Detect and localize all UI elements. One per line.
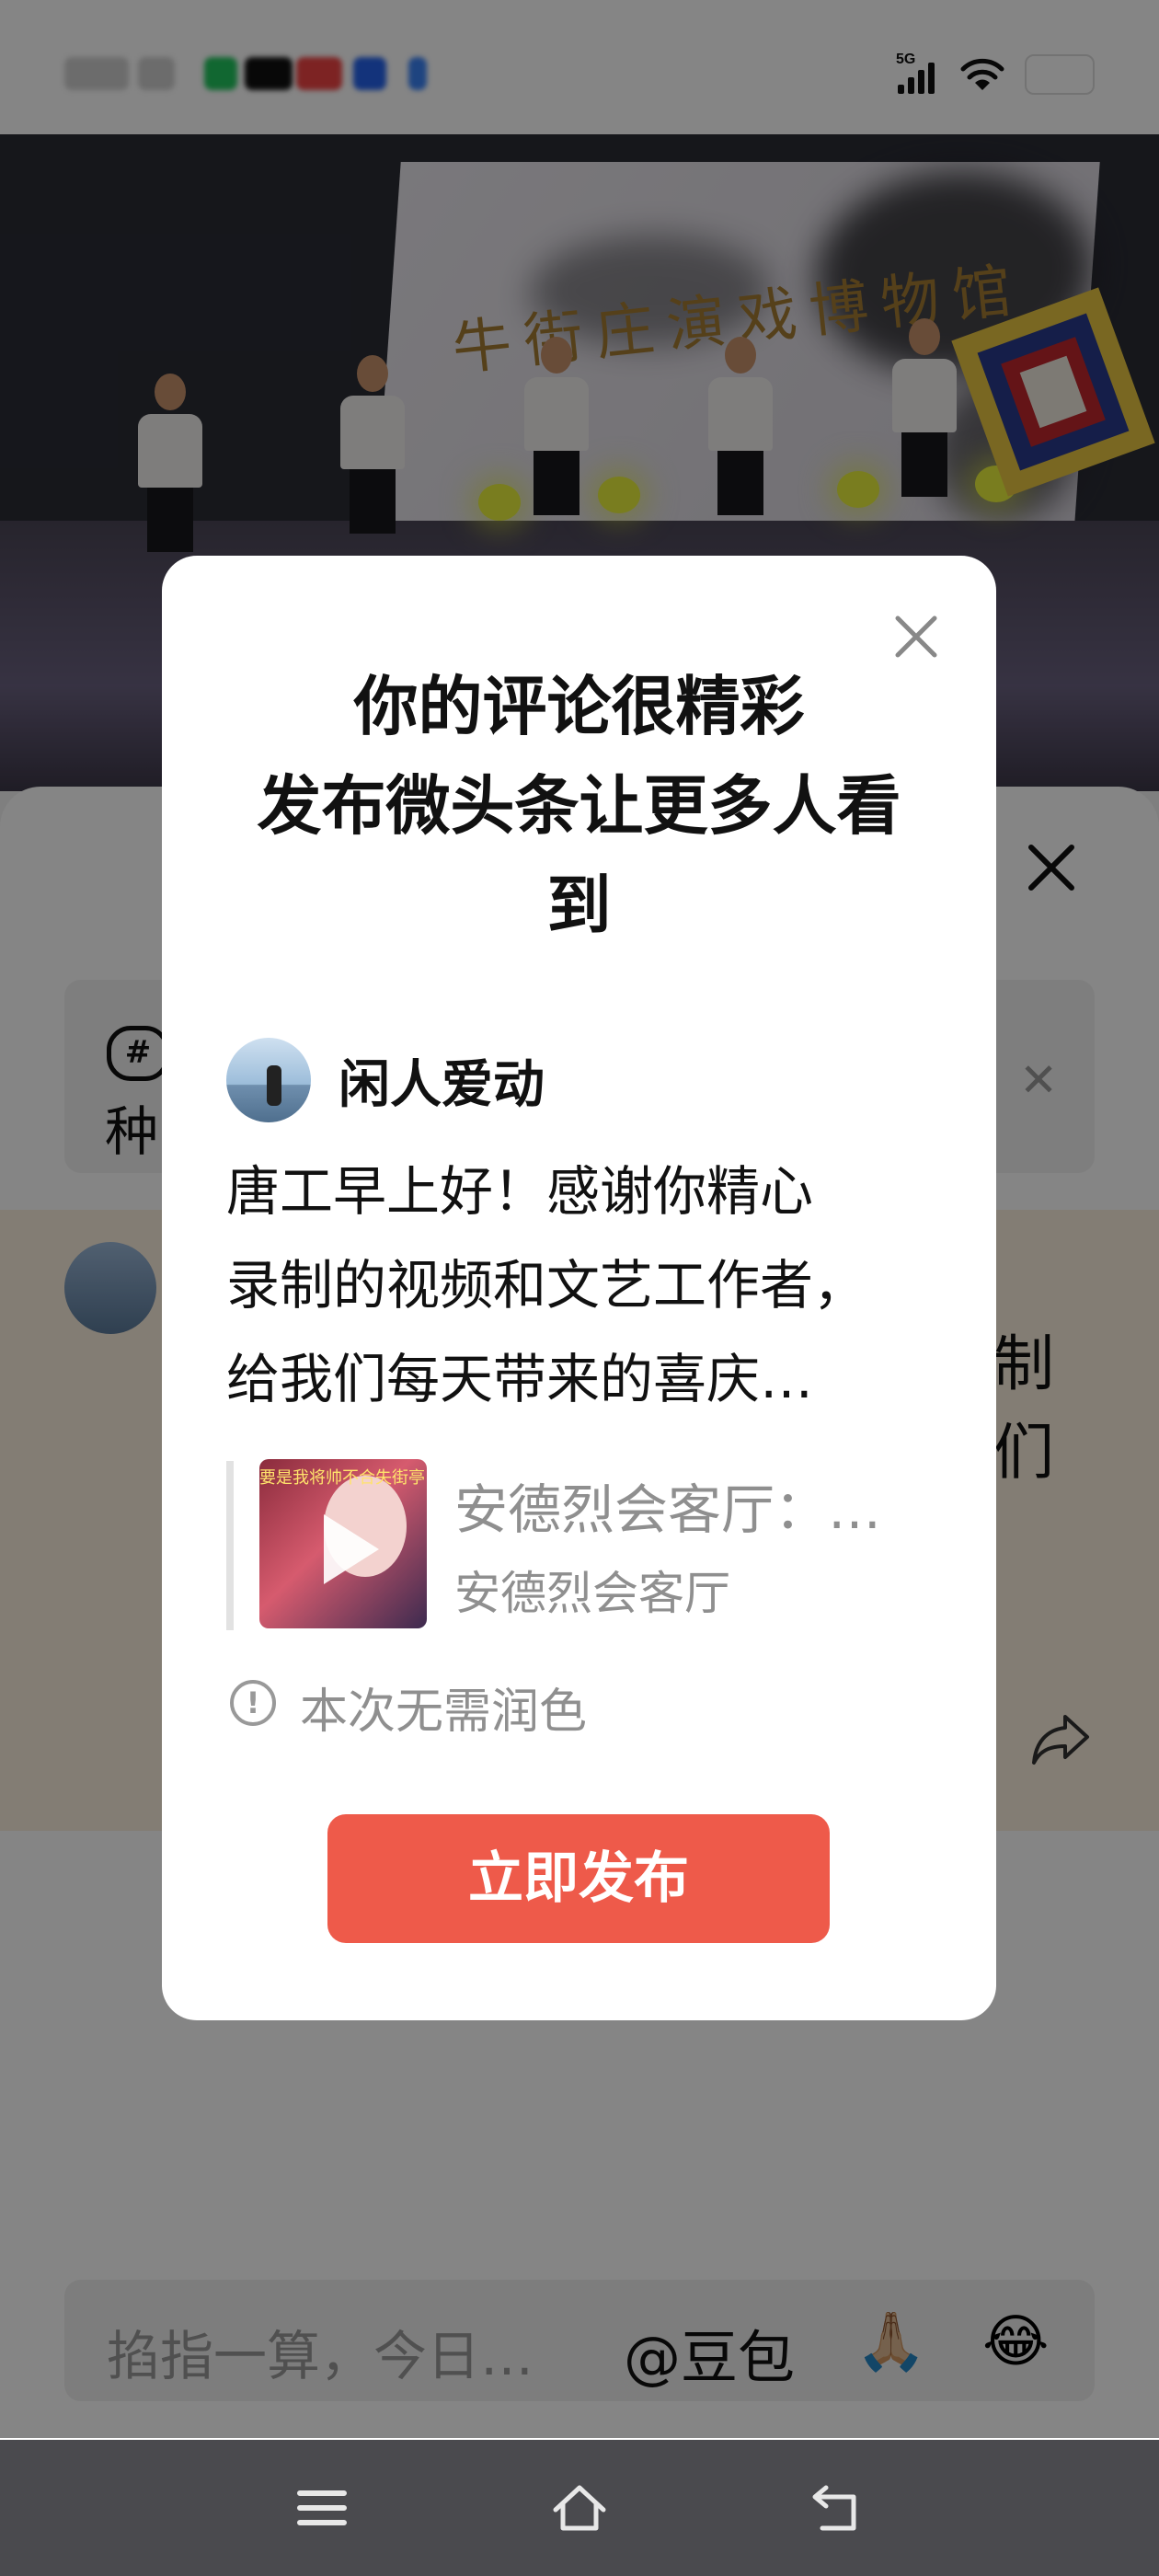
quoted-video-title: 安德烈会客厅：… [454,1478,882,1541]
back-icon[interactable] [808,2480,866,2536]
home-icon[interactable] [550,2480,609,2536]
author-name: 闲人爱动 [339,1055,545,1115]
dialog-title-line: 发布微头条让更多人看 [257,768,901,844]
avatar [226,1038,311,1122]
quote-divider [226,1461,234,1630]
publish-button[interactable]: 立即发布 [327,1814,830,1943]
menu-icon[interactable] [293,2480,351,2536]
info-icon: ! [230,1680,276,1726]
thumbnail-caption: 要是我将帅不合失街亭 [259,1468,425,1488]
comment-preview: 唐工早上好！感谢你精心 录制的视频和文艺工作者， 给我们每天带来的喜庆… [226,1144,925,1426]
comment-line: 唐工早上好！感谢你精心 [226,1160,814,1223]
quoted-video-author: 安德烈会客厅 [454,1567,730,1620]
system-nav-bar [0,2440,1159,2576]
comment-line: 录制的视频和文艺工作者， [226,1254,867,1317]
notice-text: 本次无需润色 [300,1685,588,1740]
dialog-title-line: 你的评论很精彩 [353,669,805,744]
dialog-title: 你的评论很精彩 发布微头条让更多人看 到 [199,657,959,955]
video-thumbnail: 要是我将帅不合失街亭 [259,1459,427,1628]
play-icon [324,1514,379,1584]
dialog-title-line: 到 [546,868,612,943]
close-icon[interactable] [890,611,942,662]
comment-line: 给我们每天带来的喜庆… [226,1348,814,1410]
publish-dialog: 你的评论很精彩 发布微头条让更多人看 到 闲人爱动 唐工早上好！感谢你精心 录制… [162,556,996,2020]
